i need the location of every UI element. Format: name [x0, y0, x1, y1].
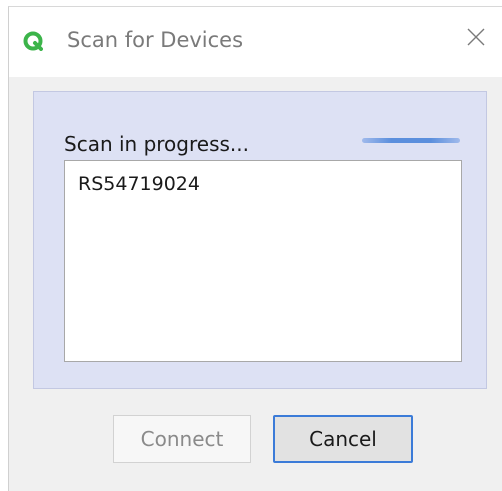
device-list-item[interactable]: RS54719024	[78, 173, 200, 195]
scan-panel: Scan in progress... RS54719024	[33, 91, 487, 389]
close-icon	[466, 27, 486, 51]
app-logo-icon	[23, 31, 43, 51]
scan-progress-bar	[362, 138, 460, 143]
scan-progress-indicator	[362, 138, 460, 143]
title-bar: Scan for Devices	[9, 7, 502, 77]
connect-button[interactable]: Connect	[113, 415, 251, 463]
scan-status-label: Scan in progress...	[64, 132, 249, 156]
dialog-title: Scan for Devices	[67, 28, 244, 52]
scan-dialog: Scan for Devices Scan in progress... RS5…	[8, 6, 502, 491]
device-list[interactable]: RS54719024	[64, 160, 462, 362]
close-button[interactable]	[462, 25, 490, 53]
cancel-button[interactable]: Cancel	[273, 415, 413, 463]
